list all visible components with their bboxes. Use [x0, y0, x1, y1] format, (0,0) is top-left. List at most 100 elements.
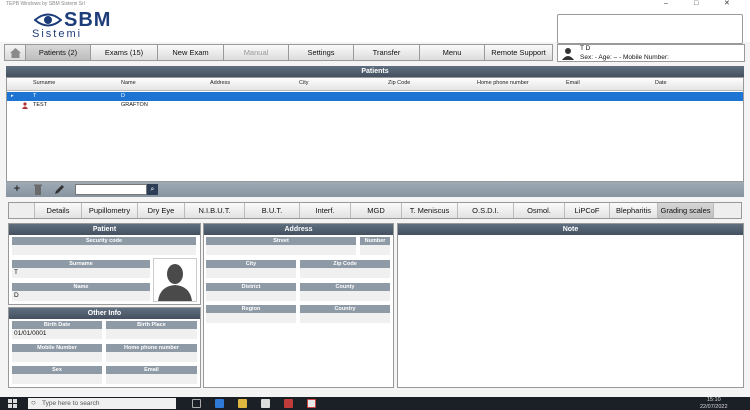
exam-tabs: Details Pupillometry Dry Eye N.I.B.U.T. … [8, 202, 742, 219]
tab-mgd[interactable]: MGD [351, 203, 402, 218]
tabs-spacer [9, 203, 35, 218]
col-name[interactable]: Name [121, 80, 136, 86]
region-field[interactable] [206, 313, 296, 323]
tab-osdi[interactable]: O.S.D.I. [458, 203, 514, 218]
home-icon [9, 47, 21, 58]
patients-toolbar: + ⌕ [6, 182, 744, 197]
country-label: Country [300, 305, 390, 313]
tab-remote-support[interactable]: Remote Support [485, 44, 553, 61]
taskbar-clock: 15:10 22/07/2022 [700, 397, 728, 410]
region-label: Region [206, 305, 296, 313]
birth-place-label: Birth Place [106, 321, 197, 329]
info-box [557, 14, 743, 44]
birth-date-field[interactable]: 01/01/0001 [12, 329, 102, 339]
col-city[interactable]: City [299, 80, 308, 86]
col-email[interactable]: Email [566, 80, 580, 86]
edit-pencil-icon[interactable] [54, 184, 65, 195]
add-icon[interactable]: + [11, 183, 23, 195]
sbm-logo: SBM Sistemi [30, 8, 130, 40]
address-panel-title: Address [204, 224, 393, 235]
col-date[interactable]: Date [655, 80, 667, 86]
app-window: TEPB Windows by SBM Sistemi Srl – □ ✕ SB… [0, 0, 750, 397]
name-field[interactable]: D [12, 291, 150, 301]
tab-grading-scales[interactable]: Grading scales [658, 203, 714, 218]
tab-but[interactable]: B.U.T. [245, 203, 300, 218]
sex-field[interactable] [12, 374, 102, 384]
tab-interf[interactable]: Interf. [300, 203, 351, 218]
tab-osmol[interactable]: Osmol. [514, 203, 565, 218]
taskbar-search[interactable]: Type here to search [28, 398, 176, 409]
tab-t-meniscus[interactable]: T. Meniscus [402, 203, 458, 218]
home-phone-field[interactable] [106, 352, 197, 362]
street-field[interactable] [206, 245, 356, 255]
window-title: TEPB Windows by SBM Sistemi Srl [6, 1, 85, 7]
other-info-title: Other Info [9, 308, 200, 319]
tab-exams[interactable]: Exams (15) [91, 44, 158, 61]
col-zip[interactable]: Zip Code [388, 80, 410, 86]
edge-icon[interactable] [215, 399, 224, 408]
note-panel[interactable] [397, 223, 744, 388]
mail-icon[interactable] [284, 399, 293, 408]
tab-menu[interactable]: Menu [420, 44, 485, 61]
tab-dry-eye[interactable]: Dry Eye [138, 203, 185, 218]
home-phone-label: Home phone number [106, 344, 197, 352]
search-input[interactable] [75, 184, 147, 195]
store-icon[interactable] [261, 399, 270, 408]
mobile-number-label: Mobile Number [12, 344, 102, 352]
birth-place-field[interactable] [106, 329, 197, 339]
mobile-number-field[interactable] [12, 352, 102, 362]
col-home-phone[interactable]: Home phone number [477, 80, 529, 86]
tab-lipcof[interactable]: LiPCoF [565, 203, 610, 218]
windows-taskbar: Type here to search ○ 15:10 22/07/2022 [0, 397, 750, 410]
tab-blepharitis[interactable]: Blepharitis [610, 203, 658, 218]
trash-icon[interactable] [34, 184, 42, 195]
current-patient-name: T D [580, 45, 591, 52]
logo-sub: Sistemi [32, 28, 83, 40]
surname-label: Surname [12, 260, 150, 268]
tab-patients[interactable]: Patients (2) [26, 44, 91, 61]
patients-table: Surname Name Address City Zip Code Home … [6, 77, 744, 182]
security-code-field[interactable] [12, 245, 196, 255]
tab-settings[interactable]: Settings [289, 44, 354, 61]
country-field[interactable] [300, 313, 390, 323]
windows-start-icon[interactable] [8, 399, 17, 408]
table-row[interactable]: TEST GRAFTON [7, 101, 743, 110]
current-patient-details: Sex: - Age: – - Mobile Number: [580, 54, 669, 61]
tab-manual[interactable]: Manual [224, 44, 289, 61]
tab-details[interactable]: Details [35, 203, 82, 218]
county-field[interactable] [300, 291, 390, 301]
city-field[interactable] [206, 268, 296, 278]
file-explorer-icon[interactable] [238, 399, 247, 408]
col-surname[interactable]: Surname [33, 80, 55, 86]
row-pointer-icon: ▸ [11, 93, 14, 99]
close-button[interactable]: ✕ [724, 0, 730, 8]
tab-transfer[interactable]: Transfer [354, 44, 420, 61]
tab-nibut[interactable]: N.I.B.U.T. [185, 203, 245, 218]
search-button[interactable]: ⌕ [147, 184, 158, 195]
col-address[interactable]: Address [210, 80, 230, 86]
table-header: Surname Name Address City Zip Code Home … [7, 78, 743, 91]
patient-photo[interactable] [153, 258, 197, 302]
home-button[interactable] [4, 44, 26, 61]
maximize-button[interactable]: □ [694, 0, 698, 8]
surname-field[interactable]: T [12, 268, 150, 278]
tab-pupillometry[interactable]: Pupillometry [82, 203, 138, 218]
birth-date-label: Birth Date [12, 321, 102, 329]
tab-new-exam[interactable]: New Exam [158, 44, 224, 61]
zip-code-field[interactable] [300, 268, 390, 278]
cell-surname: TEST [33, 102, 48, 108]
cell-surname: T [33, 93, 37, 99]
taskbar-search-icon: ○ [31, 398, 36, 407]
tepb-app-icon[interactable] [307, 399, 316, 408]
task-view-icon[interactable] [192, 399, 201, 408]
clock-date: 22/07/2022 [700, 403, 728, 410]
user-avatar-icon [562, 48, 574, 60]
district-field[interactable] [206, 291, 296, 301]
email-field[interactable] [106, 374, 197, 384]
minimize-button[interactable]: – [664, 0, 668, 8]
zip-code-label: Zip Code [300, 260, 390, 268]
number-field[interactable] [360, 245, 390, 255]
table-row[interactable]: ▸ T D [7, 92, 743, 101]
district-label: District [206, 283, 296, 291]
city-label: City [206, 260, 296, 268]
